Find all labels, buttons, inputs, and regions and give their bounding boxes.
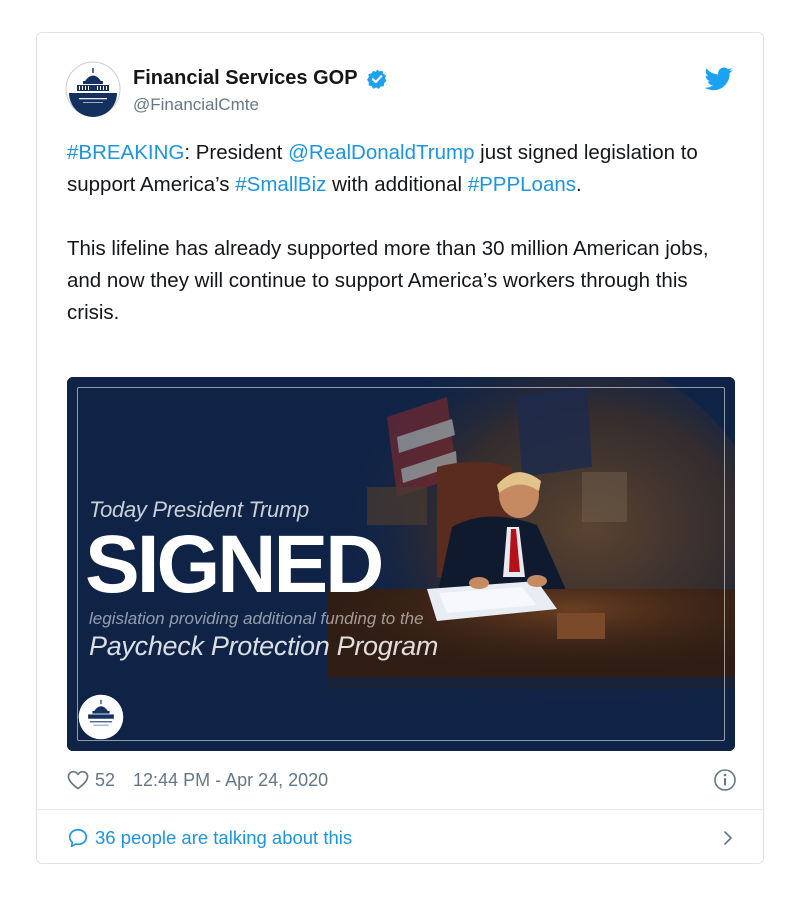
tweet-paragraph-1: #BREAKING: President @RealDonaldTrump ju… bbox=[67, 137, 737, 201]
hashtag-smallbiz-link[interactable]: #SmallBiz bbox=[235, 173, 326, 196]
author-avatar[interactable] bbox=[65, 61, 121, 117]
divider bbox=[37, 809, 763, 810]
tweet-meta-row: 52 12:44 PM - Apr 24, 2020 bbox=[67, 767, 737, 793]
author-handle[interactable]: @FinancialCmte bbox=[133, 95, 259, 115]
conversation-label[interactable]: 36 people are talking about this bbox=[95, 827, 352, 849]
capitol-seal-icon bbox=[65, 61, 121, 117]
tweet-text-segment: . bbox=[576, 173, 582, 196]
author-name-row[interactable]: Financial Services GOP bbox=[133, 67, 388, 90]
like-count: 52 bbox=[95, 769, 116, 790]
media-caption-bottom: Paycheck Protection Program bbox=[89, 631, 439, 661]
twitter-bird-icon[interactable] bbox=[705, 67, 733, 91]
chevron-right-icon[interactable] bbox=[719, 829, 737, 847]
mention-realdonaldtrump-link[interactable]: @RealDonaldTrump bbox=[288, 141, 474, 164]
tweet-timestamp[interactable]: 12:44 PM - Apr 24, 2020 bbox=[133, 770, 328, 791]
tweet-text-segment: : President bbox=[184, 141, 289, 164]
media-seal-logo bbox=[78, 694, 124, 740]
media-caption-middle: legislation providing additional funding… bbox=[89, 609, 424, 628]
info-icon[interactable] bbox=[713, 768, 737, 792]
hashtag-ppploans-link[interactable]: #PPPLoans bbox=[468, 173, 576, 196]
tweet-media-image[interactable]: Today President Trump SIGNED legislation… bbox=[67, 377, 735, 751]
media-headline: SIGNED bbox=[85, 519, 384, 610]
tweet-text: #BREAKING: President @RealDonaldTrump ju… bbox=[67, 137, 737, 329]
tweet-paragraph-2: This lifeline has already supported more… bbox=[67, 237, 709, 324]
heart-icon bbox=[67, 770, 89, 790]
like-button[interactable]: 52 bbox=[67, 770, 115, 791]
author-name[interactable]: Financial Services GOP bbox=[133, 67, 358, 90]
conversation-link[interactable]: 36 people are talking about this bbox=[67, 811, 737, 865]
tweet-text-segment: with additional bbox=[326, 173, 468, 196]
speech-bubble-icon bbox=[68, 828, 88, 848]
verified-badge-icon bbox=[366, 68, 387, 89]
tweet-card[interactable]: Financial Services GOP @FinancialCmte #B… bbox=[36, 32, 764, 864]
hashtag-breaking-link[interactable]: #BREAKING bbox=[67, 141, 184, 164]
